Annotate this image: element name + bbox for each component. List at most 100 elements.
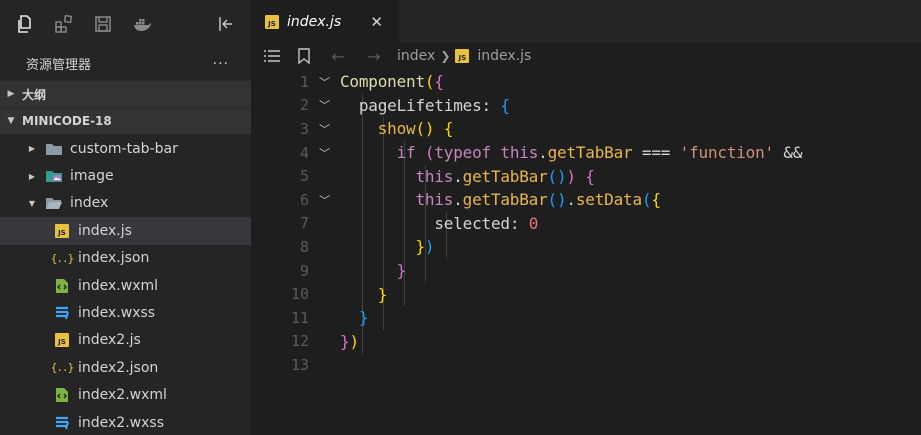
tree-item-label: image xyxy=(70,168,114,185)
more-actions-button[interactable]: ··· xyxy=(213,56,229,72)
code-text: } xyxy=(358,308,369,328)
code-text: show() { xyxy=(377,119,454,139)
tree-item-index2-js[interactable]: JS index2.js xyxy=(0,327,251,354)
tree-item-index-json[interactable]: {..} index.json xyxy=(0,245,251,272)
line-number: 10 xyxy=(290,285,309,304)
explorer-icon[interactable] xyxy=(10,9,40,39)
line-number: 3 xyxy=(299,119,309,138)
tree-item-index2-wxss[interactable]: index2.wxss xyxy=(0,409,251,435)
line-number: 4 xyxy=(299,143,309,162)
fold-chevron-icon[interactable]: ﹀ xyxy=(309,74,340,90)
tree-item-label: index.wxml xyxy=(78,277,159,294)
tree-item-label: index.js xyxy=(78,222,132,239)
line-number: 12 xyxy=(290,332,309,351)
tree-item-label: index2.wxss xyxy=(78,414,164,431)
extensions-icon[interactable] xyxy=(49,9,79,39)
tree-item-label: index.wxss xyxy=(78,305,156,322)
chevron-right-icon: ❯ xyxy=(440,49,451,63)
folder-open-icon xyxy=(44,195,64,211)
code-text: this.getTabBar().setData({ xyxy=(415,190,661,210)
code-line: 3 ﹀ show() { xyxy=(251,117,921,141)
tab-index-js[interactable]: JS index.js ✕ xyxy=(251,0,399,42)
tree-item-custom-tab-bar[interactable]: ▶ custom-tab-bar xyxy=(0,135,251,162)
chevron-down-icon: ▼ xyxy=(28,198,36,208)
code-text: } xyxy=(377,284,388,304)
code-text: this.getTabBar()) { xyxy=(415,166,595,186)
code-line: 12 }) xyxy=(251,330,921,354)
tree-item-label: index2.js xyxy=(78,332,141,349)
list-icon[interactable] xyxy=(261,45,283,67)
explorer-title: 资源管理器 xyxy=(26,58,92,73)
line-number: 13 xyxy=(290,355,309,374)
chevron-right-icon: ▶ xyxy=(28,171,36,181)
code-text: Component({ xyxy=(340,72,444,92)
folder-icon xyxy=(44,141,64,157)
javascript-file-icon: JS xyxy=(265,14,279,29)
javascript-file-icon: JS xyxy=(455,49,470,63)
code-line: 11 } xyxy=(251,306,921,330)
tree-item-label: custom-tab-bar xyxy=(70,140,178,157)
outline-section-label: 大纲 xyxy=(22,87,47,102)
code-line: 10 } xyxy=(251,282,921,306)
collapse-panel-icon[interactable] xyxy=(211,9,241,39)
breadcrumb-file-label: index.js xyxy=(477,48,532,64)
breadcrumb: ← → index ❯ JS index.js xyxy=(251,42,921,70)
wxss-file-icon xyxy=(52,415,72,431)
explorer-header: 资源管理器 ··· xyxy=(0,47,251,80)
code-text: } xyxy=(396,261,407,281)
code-text: }) xyxy=(415,237,435,257)
tree-item-label: index2.json xyxy=(78,359,159,376)
code-text: if (typeof this.getTabBar === 'function'… xyxy=(396,143,803,163)
wxml-file-icon xyxy=(52,387,72,403)
tree-item-index2-wxml[interactable]: index2.wxml xyxy=(0,382,251,409)
fold-chevron-icon[interactable]: ﹀ xyxy=(309,192,340,208)
code-line: 6 ﹀ this.getTabBar().setData({ xyxy=(251,188,921,212)
code-editor[interactable]: 1 ﹀ Component({ 2 ﹀ pageLifetimes: { 3 ﹀… xyxy=(251,70,921,377)
wxss-file-icon xyxy=(52,305,72,321)
bookmark-icon[interactable] xyxy=(293,45,315,67)
save-icon[interactable] xyxy=(88,9,118,39)
tree-item-index-wxss[interactable]: index.wxss xyxy=(0,299,251,326)
project-section-label: MINICODE-18 xyxy=(22,114,112,128)
code-line: 8 }) xyxy=(251,235,921,259)
tree-item-label: index xyxy=(70,195,109,212)
project-section[interactable]: ▼ MINICODE-18 xyxy=(0,107,251,134)
breadcrumb-file[interactable]: JS index.js xyxy=(455,48,531,64)
tree-item-image[interactable]: ▶ image xyxy=(0,162,251,189)
close-icon[interactable]: ✕ xyxy=(370,13,383,31)
code-text: selected: 0 xyxy=(434,213,539,233)
editor: JS index.js ✕ ← → index ❯ JS index.js 1 … xyxy=(251,0,921,435)
line-number: 1 xyxy=(299,72,309,91)
tab-bar: JS index.js ✕ xyxy=(251,0,921,42)
code-line: 9 } xyxy=(251,259,921,283)
forward-arrow-icon[interactable]: → xyxy=(361,47,387,66)
code-line: 7 selected: 0 xyxy=(251,212,921,236)
sidebar: 资源管理器 ··· ▶ 大纲 ▼ MINICODE-18 ▶ custom-ta… xyxy=(0,0,251,435)
code-line: 1 ﹀ Component({ xyxy=(251,70,921,94)
code-line: 2 ﹀ pageLifetimes: { xyxy=(251,94,921,118)
code-line: 5 this.getTabBar()) { xyxy=(251,164,921,188)
line-number: 5 xyxy=(299,167,309,186)
fold-chevron-icon[interactable]: ﹀ xyxy=(309,97,340,113)
json-file-icon: {..} xyxy=(50,361,74,375)
code-text: pageLifetimes: { xyxy=(358,95,510,115)
tree-item-index2-json[interactable]: {..} index2.json xyxy=(0,354,251,381)
tree-item-index-js[interactable]: JS index.js xyxy=(0,217,251,245)
javascript-file-icon: JS xyxy=(52,223,72,239)
breadcrumb-folder[interactable]: index xyxy=(397,48,435,64)
tab-label: index.js xyxy=(287,13,342,30)
fold-chevron-icon[interactable]: ﹀ xyxy=(309,121,340,137)
code-line: 13 xyxy=(251,353,921,377)
activity-bar xyxy=(0,0,251,47)
fold-chevron-icon[interactable]: ﹀ xyxy=(309,145,340,161)
tab-file-badge: JS xyxy=(265,14,279,29)
outline-section[interactable]: ▶ 大纲 xyxy=(0,80,251,107)
line-number: 6 xyxy=(299,190,309,209)
docker-icon[interactable] xyxy=(127,9,157,39)
back-arrow-icon[interactable]: ← xyxy=(325,47,351,66)
tree-item-label: index.json xyxy=(78,250,150,267)
tree-item-index-folder[interactable]: ▼ index xyxy=(0,190,251,217)
tree-item-index-wxml[interactable]: index.wxml xyxy=(0,272,251,299)
tree-item-label: index2.wxml xyxy=(78,387,167,404)
chevron-down-icon: ▼ xyxy=(7,116,15,126)
